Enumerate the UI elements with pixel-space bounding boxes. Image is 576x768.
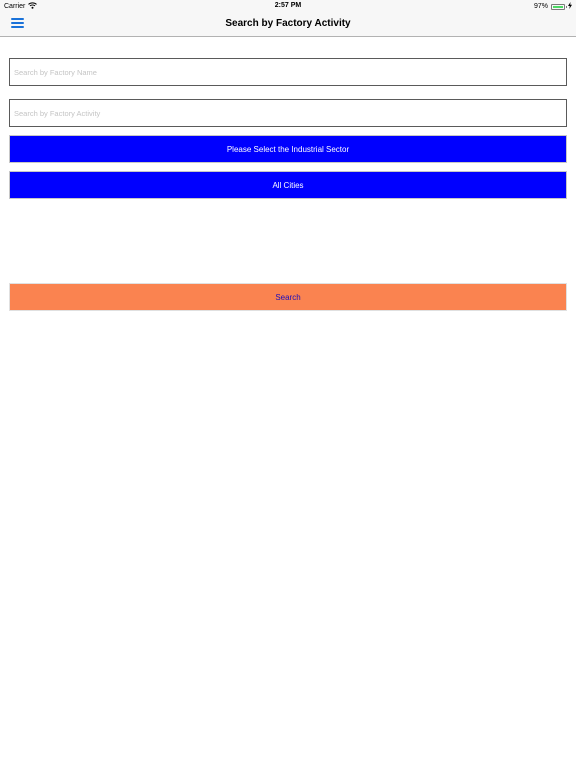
industrial-sector-label: Please Select the Industrial Sector	[226, 144, 350, 154]
battery-percent: 97%	[533, 3, 548, 10]
cities-select-button[interactable]: All Cities	[9, 171, 567, 199]
status-time: 2:57 PM	[274, 2, 302, 9]
battery-tip	[566, 5, 567, 8]
status-bar: Carrier 2:57 PM 97%	[0, 0, 576, 12]
battery-fill	[553, 5, 563, 8]
page-title: Search by Factory Activity	[225, 18, 351, 29]
search-button[interactable]: Search	[9, 283, 567, 311]
screen: Carrier 2:57 PM 97% Search by Factory Ac…	[0, 0, 576, 768]
navigation-bar: Search by Factory Activity	[0, 12, 576, 37]
search-button-label: Search	[275, 292, 301, 302]
factory-activity-search-input[interactable]	[9, 99, 567, 127]
cities-label: All Cities	[272, 180, 304, 190]
status-right: 97%	[534, 2, 572, 11]
charging-bolt-icon	[568, 2, 572, 11]
industrial-sector-select-button[interactable]: Please Select the Industrial Sector	[9, 135, 567, 163]
battery-icon	[551, 3, 567, 10]
factory-name-search-input[interactable]	[9, 58, 567, 86]
